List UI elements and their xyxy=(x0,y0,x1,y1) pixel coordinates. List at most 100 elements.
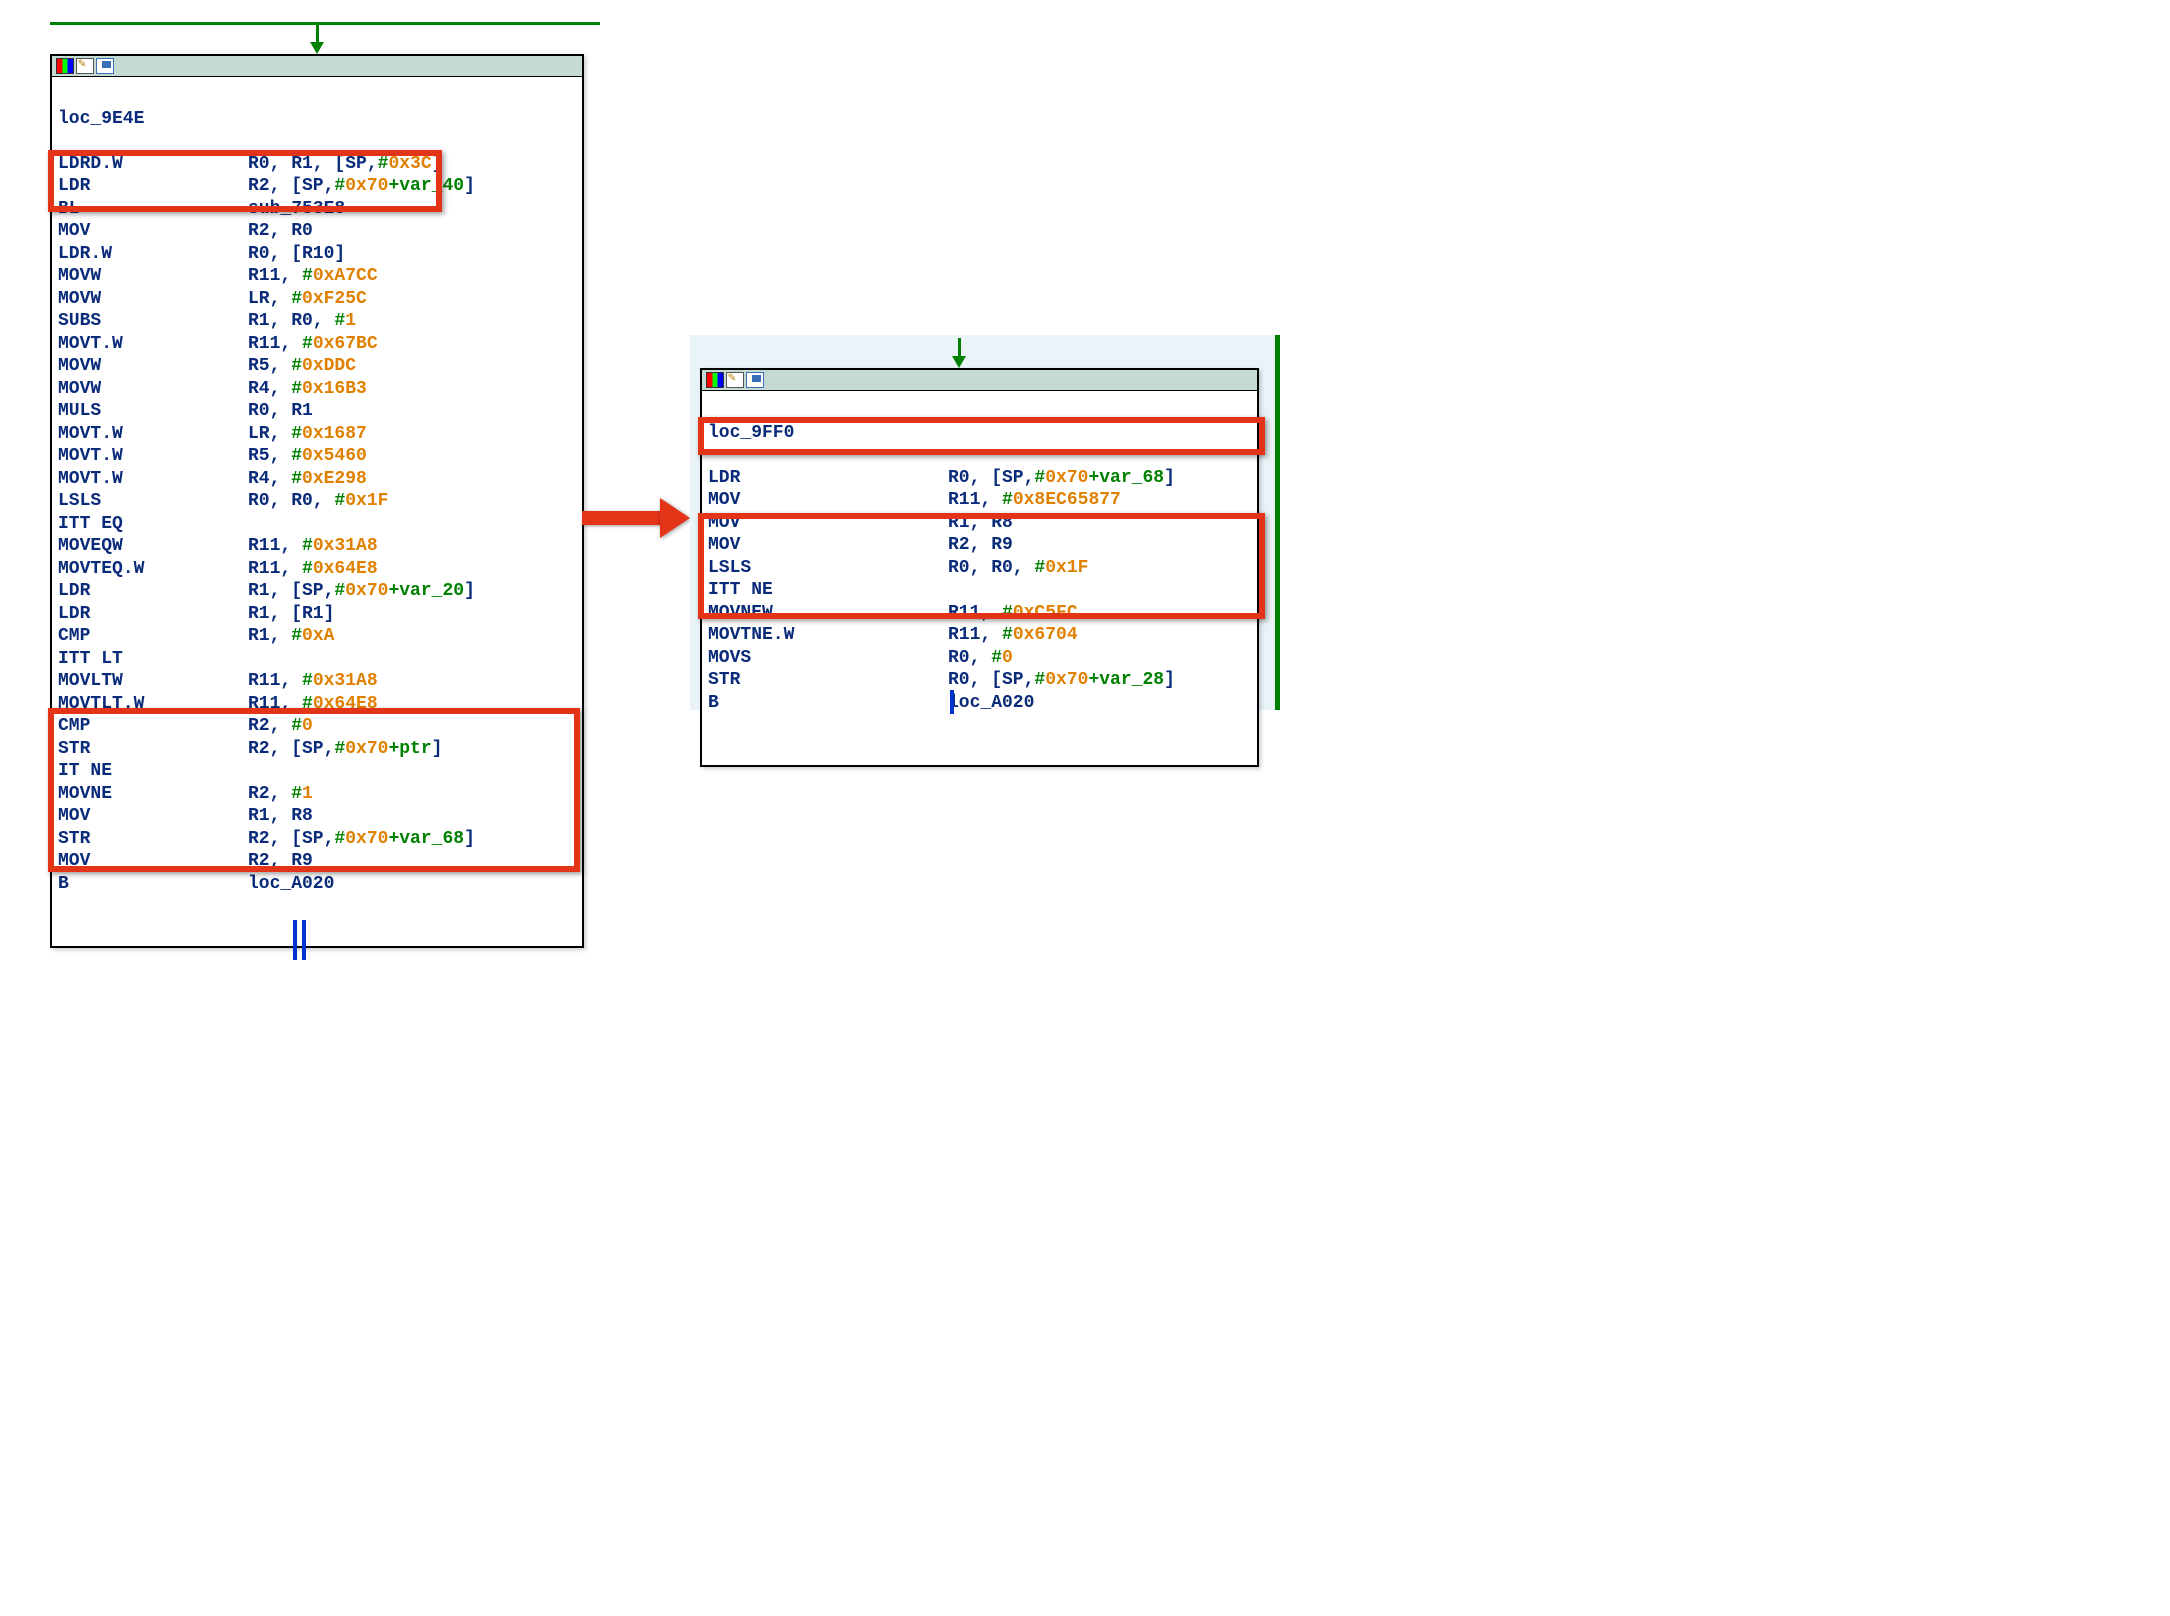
window-icon[interactable] xyxy=(96,58,114,74)
block-label: loc_9FF0 xyxy=(708,422,794,445)
edge-arrowhead-icon xyxy=(952,356,966,368)
asm-line: MOVWR5, #0xDDC xyxy=(58,355,576,378)
operands: R4, #0xE298 xyxy=(248,468,367,491)
asm-line: LDRR1, [SP,#0x70+var_20] xyxy=(58,580,576,603)
mnemonic: MOV xyxy=(58,805,248,828)
mnemonic: LDR xyxy=(58,603,248,626)
operands: R0, [R10] xyxy=(248,243,345,266)
asm-line: MOVTEQ.WR11, #0x64E8 xyxy=(58,558,576,581)
edit-icon[interactable] xyxy=(726,372,744,388)
mnemonic: STR xyxy=(58,738,248,761)
operands: loc_A020 xyxy=(248,873,334,896)
mnemonic: LDR.W xyxy=(58,243,248,266)
operands: R1, [R1] xyxy=(248,603,334,626)
operands: R2, R9 xyxy=(248,850,313,873)
asm-line: MOVR1, R8 xyxy=(58,805,576,828)
operands: R5, #0xDDC xyxy=(248,355,356,378)
mnemonic: MOVW xyxy=(58,265,248,288)
operands: R0, R0, #0x1F xyxy=(948,557,1088,580)
mnemonic: MOVW xyxy=(58,378,248,401)
mnemonic: MOVW xyxy=(58,355,248,378)
mnemonic: CMP xyxy=(58,715,248,738)
mnemonic: MOV xyxy=(58,850,248,873)
operands: R0, R1 xyxy=(248,400,313,423)
mnemonic: MOVT.W xyxy=(58,468,248,491)
mnemonic: MOV xyxy=(58,220,248,243)
asm-line: LDRD.WR0, R1, [SP,#0x3C] xyxy=(58,153,576,176)
mnemonic: MOVTNE.W xyxy=(708,624,948,647)
asm-line: MOVTLT.WR11, #0x64E8 xyxy=(58,693,576,716)
edge-segment xyxy=(50,22,600,25)
mnemonic: CMP xyxy=(58,625,248,648)
mnemonic: MOVTEQ.W xyxy=(58,558,248,581)
operands: R1, R0, #1 xyxy=(248,310,356,333)
asm-line: MOVWR4, #0x16B3 xyxy=(58,378,576,401)
operands: loc_A020 xyxy=(948,692,1034,715)
operands: R11, #0x8EC65877 xyxy=(948,489,1121,512)
asm-line: MOVT.WR4, #0xE298 xyxy=(58,468,576,491)
edge-arrowhead-icon xyxy=(310,42,324,54)
mnemonic: MOVS xyxy=(708,647,948,670)
asm-line: MOVLTWR11, #0x31A8 xyxy=(58,670,576,693)
block-toolbar xyxy=(702,370,1257,391)
mnemonic: MOVTLT.W xyxy=(58,693,248,716)
asm-line: LDR.WR0, [R10] xyxy=(58,243,576,266)
asm-line: MOVWLR, #0xF25C xyxy=(58,288,576,311)
operands: R2, [SP,#0x70+ptr] xyxy=(248,738,442,761)
edge-segment-blue xyxy=(302,920,306,960)
mnemonic: MOV xyxy=(708,534,948,557)
color-palette-icon[interactable] xyxy=(56,58,74,74)
operands: R0, [SP,#0x70+var_28] xyxy=(948,669,1175,692)
mnemonic: MOV xyxy=(708,512,948,535)
operands: R11, #0xC5FC xyxy=(948,602,1078,625)
window-icon[interactable] xyxy=(746,372,764,388)
mnemonic: MOVT.W xyxy=(58,333,248,356)
operands: sub_753E8 xyxy=(248,198,345,221)
mnemonic: IT NE xyxy=(58,760,248,783)
mnemonic: MOVNE xyxy=(58,783,248,806)
asm-line: MOVTNE.WR11, #0x6704 xyxy=(708,624,1251,647)
asm-line: STRR2, [SP,#0x70+ptr] xyxy=(58,738,576,761)
mnemonic: MULS xyxy=(58,400,248,423)
operands: LR, #0x1687 xyxy=(248,423,367,446)
operands: R1, R8 xyxy=(948,512,1013,535)
mnemonic: LDR xyxy=(58,580,248,603)
color-palette-icon[interactable] xyxy=(706,372,724,388)
operands: R2, R0 xyxy=(248,220,313,243)
mnemonic: BL xyxy=(58,198,248,221)
operands: R0, R0, #0x1F xyxy=(248,490,388,513)
mnemonic: MOVW xyxy=(58,288,248,311)
mnemonic: MOVT.W xyxy=(58,445,248,468)
mnemonic: MOVEQW xyxy=(58,535,248,558)
operands: R2, R9 xyxy=(948,534,1013,557)
mnemonic: ITT NE xyxy=(708,579,948,602)
asm-line: MOVR2, R9 xyxy=(708,534,1251,557)
mnemonic: MOVT.W xyxy=(58,423,248,446)
basic-block-left[interactable]: loc_9E4E LDRD.WR0, R1, [SP,#0x3C]LDRR2, … xyxy=(50,54,584,948)
edit-icon[interactable] xyxy=(76,58,94,74)
operands: R11, #0x31A8 xyxy=(248,535,378,558)
edge-segment xyxy=(1275,335,1280,710)
operands: R2, #1 xyxy=(248,783,313,806)
mnemonic: SUBS xyxy=(58,310,248,333)
mnemonic: LDR xyxy=(58,175,248,198)
mnemonic: MOVNEW xyxy=(708,602,948,625)
asm-line: ITT EQ xyxy=(58,513,576,536)
mnemonic: B xyxy=(708,692,948,715)
asm-line: MOVNER2, #1 xyxy=(58,783,576,806)
operands: R5, #0x5460 xyxy=(248,445,367,468)
asm-line: LDRR2, [SP,#0x70+var_40] xyxy=(58,175,576,198)
operands: LR, #0xF25C xyxy=(248,288,367,311)
operands: R1, R8 xyxy=(248,805,313,828)
mnemonic: ITT LT xyxy=(58,648,248,671)
block-code: loc_9E4E LDRD.WR0, R1, [SP,#0x3C]LDRR2, … xyxy=(52,77,582,946)
asm-line: Bloc_A020 xyxy=(58,873,576,896)
asm-line: MOVR2, R0 xyxy=(58,220,576,243)
mnemonic: STR xyxy=(708,669,948,692)
mnemonic: ITT EQ xyxy=(58,513,248,536)
operands: R0, #0 xyxy=(948,647,1013,670)
mnemonic: STR xyxy=(58,828,248,851)
basic-block-right[interactable]: loc_9FF0 LDRR0, [SP,#0x70+var_68]MOVR11,… xyxy=(700,368,1259,767)
operands: R11, #0x64E8 xyxy=(248,558,378,581)
block-label: loc_9E4E xyxy=(58,108,144,131)
